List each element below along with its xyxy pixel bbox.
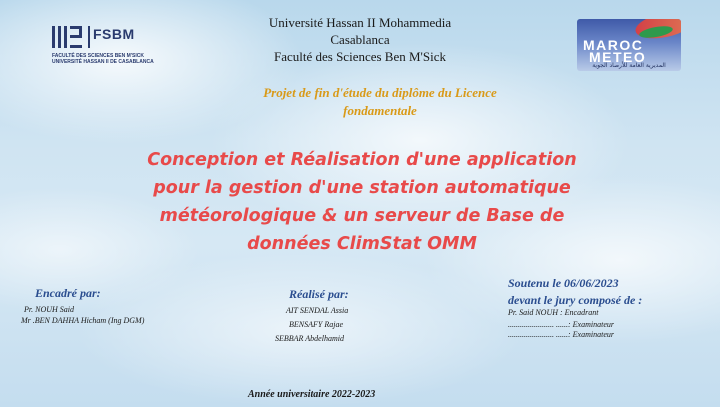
defense-date: Soutenu le 06/06/2023: [508, 276, 619, 290]
maroc-meteo-logo: MAROC METEO المديرية العامة للأرصاد الجو…: [577, 19, 681, 71]
university-name: Université Hassan II Mohammedia: [268, 15, 452, 30]
project-line-1: Projet de fin d'étude du diplôme du Lice…: [263, 85, 497, 100]
fsbm-divider: [88, 26, 90, 48]
fsbm-emblem-icon: [52, 24, 84, 50]
university-city: Casablanca: [330, 32, 390, 47]
supervisor-name: Pr. NOUH Said: [24, 305, 75, 314]
university-header: Université Hassan II Mohammedia Casablan…: [210, 14, 510, 65]
title-line-2: pour la gestion d'une station automatiqu…: [153, 178, 571, 198]
faculty-name: Faculté des Sciences Ben M'Sick: [273, 49, 447, 64]
supervisor-name: Mr .BEN DAHHA Hicham (Ing DGM): [21, 316, 145, 325]
supervisors-heading: Encadré par:: [35, 286, 101, 300]
meteo-logo-arabic: المديرية العامة للأرصاد الجوية: [592, 62, 666, 69]
title-line-1: Conception et Réalisation d'une applicat…: [147, 150, 577, 170]
fsbm-university-line: UNIVERSITÉ HASSAN II DE CASABLANCA: [52, 59, 154, 65]
author-name: BENSAFY Rajae: [289, 320, 343, 329]
jury-member: Pr. Said NOUH : Encadrant: [508, 308, 599, 317]
fsbm-logo: FSBM FACULTÉ DES SCIENCES BEN M'SICK UNI…: [52, 24, 167, 66]
jury-member: ....................... ......: Examinat…: [508, 320, 614, 329]
author-name: AIT SENDAL Assia: [286, 306, 349, 315]
title-line-3: météorologique & un serveur de Base de: [159, 206, 565, 226]
project-line-2: fondamentale: [343, 103, 417, 118]
fsbm-name: FSBM: [93, 26, 135, 42]
jury-heading: devant le jury composé de :: [508, 293, 643, 307]
author-name: SEBBAR Abdelhamid: [275, 334, 344, 343]
academic-year: Année universitaire 2022-2023: [248, 389, 376, 400]
project-subtitle: Projet de fin d'étude du diplôme du Lice…: [200, 84, 560, 120]
main-title: Conception et Réalisation d'une applicat…: [112, 146, 612, 258]
jury-member: ....................... ......: Examinat…: [508, 330, 614, 339]
authors-heading: Réalisé par:: [289, 287, 349, 301]
title-line-4: données ClimStat OMM: [247, 234, 477, 254]
